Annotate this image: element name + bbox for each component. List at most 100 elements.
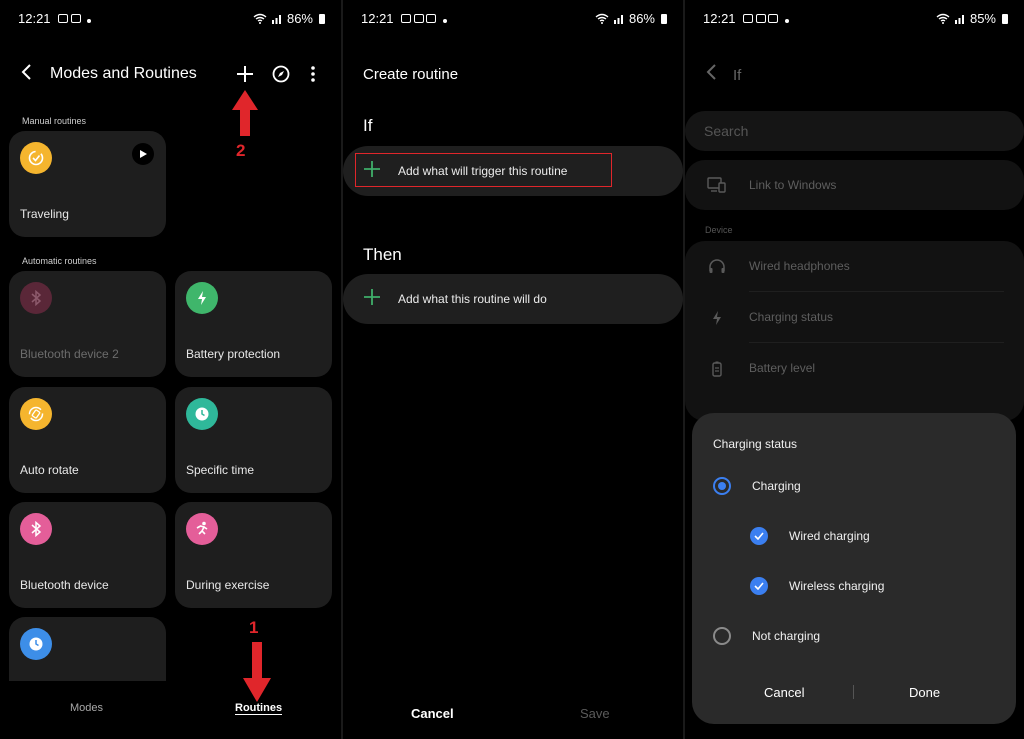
routine-card-auto-rotate[interactable]: Auto rotate	[9, 387, 166, 493]
link-to-windows-icon	[707, 175, 727, 195]
compass-icon	[272, 65, 290, 83]
battery-icon	[319, 13, 325, 24]
clock-icon	[20, 628, 52, 660]
radio-unselected-icon	[713, 627, 731, 645]
option-charging[interactable]: Charging	[713, 477, 993, 501]
charging-status-dialog: Charging status Charging Wired charging …	[692, 413, 1016, 724]
battery-icon	[1002, 13, 1008, 24]
if-heading: If	[363, 116, 373, 135]
dialog-title: Charging status	[713, 437, 798, 451]
notification-icons	[743, 14, 789, 25]
bluetooth-icon	[20, 282, 52, 314]
battery-percent: 85%	[969, 11, 996, 26]
device-section-label: Device	[705, 225, 733, 235]
page-title: Modes and Routines	[50, 65, 197, 82]
play-icon	[140, 150, 147, 158]
condition-label: Link to Windows	[749, 178, 837, 192]
add-trigger-button[interactable]: Add what will trigger this routine	[343, 146, 683, 196]
then-heading: Then	[363, 245, 402, 264]
page-title: Create routine	[363, 66, 459, 83]
cancel-button[interactable]: Cancel	[411, 706, 454, 721]
condition-charging-status[interactable]: Charging status	[685, 292, 1024, 343]
rotate-icon	[20, 398, 52, 430]
routine-card-traveling[interactable]: Traveling	[9, 131, 166, 237]
charging-bolt-icon	[707, 308, 727, 328]
add-routine-button[interactable]	[233, 62, 257, 86]
routine-card-battery-protection[interactable]: Battery protection	[175, 271, 332, 377]
bottom-navigation: Modes Routines	[0, 702, 341, 722]
option-wireless-charging[interactable]: Wireless charging	[750, 577, 990, 601]
status-time: 12:21	[703, 11, 736, 26]
option-label: Wireless charging	[789, 579, 885, 593]
wifi-icon	[253, 13, 267, 24]
option-not-charging[interactable]: Not charging	[713, 627, 993, 651]
headphones-icon	[707, 257, 727, 277]
app-header: Modes and Routines	[20, 62, 321, 88]
plus-icon	[237, 66, 253, 82]
nav-routines-tab[interactable]: Routines	[235, 702, 283, 715]
plus-icon	[363, 288, 381, 309]
if-condition-screen: 12:21 85% If Search Link to Windows Devi…	[685, 0, 1024, 739]
dialog-done-button[interactable]: Done	[909, 685, 940, 700]
modes-and-routines-screen: 12:21 86% Modes and Routines 2 Manual ro…	[0, 0, 341, 739]
status-bar: 12:21 86%	[361, 11, 667, 29]
routine-card-bluetooth-device[interactable]: Bluetooth device	[9, 502, 166, 608]
battery-percent: 86%	[628, 11, 655, 26]
add-action-button[interactable]: Add what this routine will do	[343, 274, 683, 324]
page-title: If	[733, 67, 742, 84]
dialog-cancel-button[interactable]: Cancel	[764, 685, 804, 700]
condition-wired-headphones[interactable]: Wired headphones	[685, 241, 1024, 292]
option-label: Charging	[752, 479, 801, 493]
search-placeholder: Search	[704, 123, 749, 139]
battery-icon	[661, 13, 667, 24]
more-options-button[interactable]	[301, 62, 325, 86]
routine-card-bluetooth-device-2[interactable]: Bluetooth device 2	[9, 271, 166, 377]
routine-card-during-exercise[interactable]: During exercise	[175, 502, 332, 608]
annotation-arrow-down-icon	[243, 642, 271, 702]
dialog-button-divider	[853, 685, 854, 699]
condition-label: Battery level	[749, 361, 816, 375]
routine-label: Specific time	[186, 463, 255, 477]
running-icon	[186, 513, 218, 545]
condition-label: Wired headphones	[749, 259, 850, 273]
checkbox-checked-icon	[750, 577, 768, 595]
back-arrow-icon[interactable]	[20, 62, 34, 87]
battery-bolt-icon	[186, 282, 218, 314]
radio-selected-icon	[713, 477, 731, 495]
play-routine-button[interactable]	[132, 143, 154, 165]
condition-battery-level[interactable]: Battery level	[685, 343, 1024, 394]
device-conditions-group: Wired headphones Charging status Battery…	[685, 241, 1024, 421]
condition-link-to-windows[interactable]: Link to Windows	[685, 160, 1024, 211]
routine-label: Bluetooth device	[20, 578, 109, 592]
battery-level-icon	[707, 359, 727, 379]
nav-modes-tab[interactable]: Modes	[70, 702, 103, 714]
routine-card-specific-time[interactable]: Specific time	[175, 387, 332, 493]
discover-button[interactable]	[269, 62, 293, 86]
check-circle-icon	[20, 142, 52, 174]
link-to-windows-group: Link to Windows	[685, 160, 1024, 210]
create-routine-screen: 12:21 86% Create routine If Add what wil…	[343, 0, 683, 739]
option-label: Not charging	[752, 629, 821, 643]
status-bar: 12:21 85%	[703, 11, 1008, 29]
notification-icons	[58, 14, 92, 25]
save-button[interactable]: Save	[580, 706, 610, 721]
routine-label: Auto rotate	[20, 463, 79, 477]
condition-label: Charging status	[749, 310, 834, 324]
manual-routines-label: Manual routines	[22, 116, 87, 126]
more-vertical-icon	[311, 66, 315, 82]
routine-card-partial[interactable]	[9, 617, 166, 681]
notification-icons	[401, 14, 447, 25]
bluetooth-icon	[20, 513, 52, 545]
signal-icon	[954, 15, 964, 24]
search-input[interactable]: Search	[685, 111, 1024, 151]
routine-label: Battery protection	[186, 347, 281, 361]
status-bar: 12:21 86%	[18, 11, 325, 29]
status-time: 12:21	[18, 11, 51, 26]
checkbox-checked-icon	[750, 527, 768, 545]
option-wired-charging[interactable]: Wired charging	[750, 527, 990, 551]
signal-icon	[613, 15, 623, 24]
routine-label: During exercise	[186, 578, 270, 592]
automatic-routines-label: Automatic routines	[22, 256, 97, 266]
routine-label: Bluetooth device 2	[20, 347, 119, 361]
back-arrow-icon[interactable]	[705, 62, 719, 88]
